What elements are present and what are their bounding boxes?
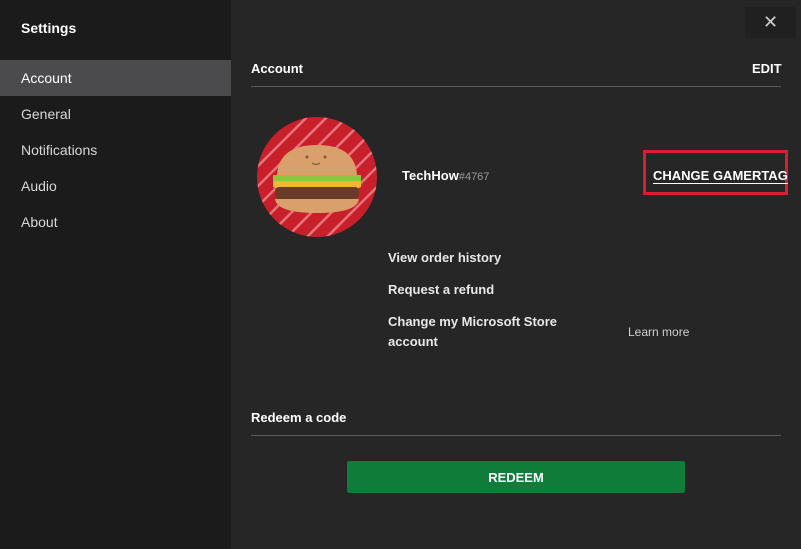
sidebar-item-account[interactable]: Account bbox=[0, 60, 231, 96]
sidebar-item-about[interactable]: About bbox=[0, 204, 231, 240]
view-order-history-link[interactable]: View order history bbox=[388, 250, 501, 265]
sidebar-item-general[interactable]: General bbox=[0, 96, 231, 132]
gamertag: TechHow#4767 bbox=[402, 168, 489, 183]
gamertag-name: TechHow bbox=[402, 168, 459, 183]
sidebar-item-notifications[interactable]: Notifications bbox=[0, 132, 231, 168]
redeem-button[interactable]: REDEEM bbox=[347, 461, 685, 493]
request-refund-link[interactable]: Request a refund bbox=[388, 282, 494, 297]
redeem-divider bbox=[251, 435, 781, 436]
account-divider bbox=[251, 86, 781, 87]
burger-avatar-icon bbox=[257, 117, 377, 237]
sidebar-title: Settings bbox=[21, 20, 77, 36]
sidebar-nav: Account General Notifications Audio Abou… bbox=[0, 60, 231, 240]
redeem-section-title: Redeem a code bbox=[251, 410, 347, 425]
sidebar-item-audio[interactable]: Audio bbox=[0, 168, 231, 204]
learn-more-link[interactable]: Learn more bbox=[628, 325, 689, 339]
account-section-title: Account bbox=[251, 61, 303, 76]
change-store-account-link[interactable]: Change my Microsoft Store account bbox=[388, 312, 578, 352]
avatar[interactable] bbox=[257, 117, 377, 237]
close-icon: ✕ bbox=[762, 12, 779, 32]
close-button[interactable]: ✕ bbox=[745, 7, 796, 38]
edit-button[interactable]: EDIT bbox=[752, 61, 782, 76]
change-gamertag-button[interactable]: CHANGE GAMERTAG bbox=[653, 168, 788, 183]
settings-sidebar: Settings Account General Notifications A… bbox=[0, 0, 231, 549]
gamertag-suffix: #4767 bbox=[458, 171, 490, 183]
